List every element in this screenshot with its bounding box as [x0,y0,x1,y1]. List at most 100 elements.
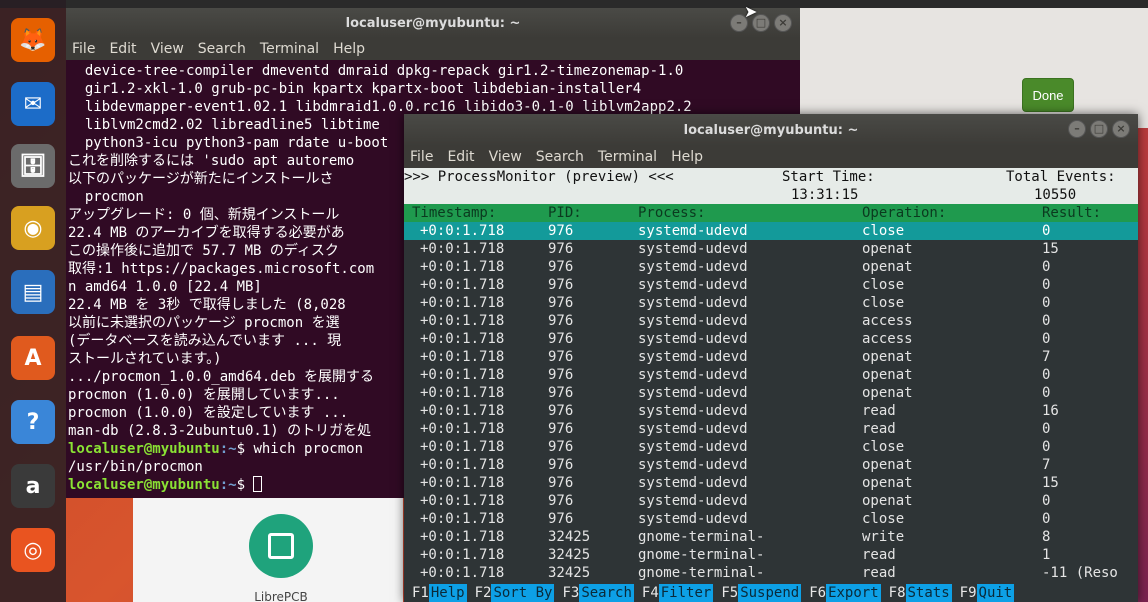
event-row[interactable]: +0:0:1.718 976 systemd-udevd close 0 [404,510,1138,528]
event-row[interactable]: +0:0:1.718 976 systemd-udevd openat 0 [404,366,1138,384]
event-row[interactable]: +0:0:1.718 976 systemd-udevd access 0 [404,330,1138,348]
event-row[interactable]: +0:0:1.718 976 systemd-udevd openat 7 [404,348,1138,366]
event-cell: 976 [548,493,574,509]
event-cell: +0:0:1.718 [420,277,505,293]
software-center-window: LibrePCB [133,498,403,602]
event-cell: +0:0:1.718 [420,367,505,383]
menu-terminal[interactable]: Terminal [260,41,319,57]
event-cell: systemd-udevd [638,421,748,437]
event-cell: close [862,295,905,311]
event-cell: 7 [1042,349,1051,365]
fkey-label-f3[interactable]: Search [579,584,634,602]
fkey-label-f4[interactable]: Filter [658,584,714,602]
menu-edit[interactable]: Edit [109,41,136,57]
settings-window: Done [790,8,1148,128]
software-center-icon[interactable]: A [11,336,55,380]
files-icon[interactable]: 🗄 [11,144,55,188]
event-cell: openat [862,385,913,401]
window-title: localuser@myubuntu: ~ [345,15,521,31]
column-header-1[interactable]: PID: [548,204,582,222]
librepcb-app-icon[interactable] [249,514,313,578]
event-cell: 0 [1042,259,1051,275]
event-cell: gnome-terminal- [638,529,765,545]
minimize-icon[interactable]: – [1068,120,1086,138]
event-cell: read [862,403,896,419]
fkey-label-f6[interactable]: Export [826,584,881,602]
column-header-3[interactable]: Operation: [862,204,946,222]
fkey-label-f5[interactable]: Suspend [738,584,802,602]
thunderbird-icon[interactable]: ✉ [11,82,55,126]
command-text: which procmon [253,441,364,457]
fkey-label-f9[interactable]: Quit [976,584,1015,602]
fkey-f1: F1 [412,585,429,601]
event-row[interactable]: +0:0:1.718 976 systemd-udevd close 0 [404,222,1138,240]
event-cell: 15 [1042,241,1059,257]
fkey-label-f8[interactable]: Stats [905,584,952,602]
event-row[interactable]: +0:0:1.718 976 systemd-udevd access 0 [404,312,1138,330]
event-row[interactable]: +0:0:1.718 32425 gnome-terminal-read 1 [404,546,1138,564]
event-row[interactable]: +0:0:1.718 976 systemd-udevd openat 7 [404,456,1138,474]
fkey-label-f1[interactable]: Help [428,584,467,602]
title-bar[interactable]: localuser@myubuntu: ~ – □ × [66,8,800,38]
menu-file[interactable]: File [72,41,95,57]
column-header-0[interactable]: Timestamp: [412,204,496,222]
start-time-label: Start Time: [782,169,875,185]
firefox-icon[interactable]: 🦊 [11,18,55,62]
help-icon[interactable]: ? [11,400,55,444]
event-cell: 1 [1042,547,1051,563]
done-button[interactable]: Done [1022,78,1074,112]
menu-help[interactable]: Help [333,41,365,57]
menu-view[interactable]: View [151,41,184,57]
event-row[interactable]: +0:0:1.718 976 systemd-udevd openat 15 [404,240,1138,258]
menu-view[interactable]: View [489,149,522,165]
event-cell: +0:0:1.718 [420,331,505,347]
menu-terminal[interactable]: Terminal [598,149,657,165]
menu-search[interactable]: Search [536,149,584,165]
event-cell: systemd-udevd [638,367,748,383]
chip-icon [268,533,294,559]
event-cell: +0:0:1.718 [420,475,505,491]
event-row[interactable]: +0:0:1.718 976 systemd-udevd openat 0 [404,384,1138,402]
mouse-cursor-icon: ➤ [744,2,758,21]
fkey-label-f2[interactable]: Sort By [491,584,555,602]
ubuntu-icon[interactable]: ◎ [11,528,55,572]
event-cell: 0 [1042,331,1051,347]
event-list[interactable]: +0:0:1.718 976 systemd-udevd close 0 +0:0:1.7… [404,222,1138,582]
title-bar[interactable]: localuser@myubuntu: ~ – □ × [404,114,1138,146]
menu-edit[interactable]: Edit [447,149,474,165]
libreoffice-writer-icon[interactable]: ▤ [11,270,55,314]
event-cell: 0 [1042,439,1051,455]
close-icon[interactable]: × [1112,120,1130,138]
event-cell: openat [862,241,913,257]
event-row[interactable]: +0:0:1.718 976 systemd-udevd read 0 [404,420,1138,438]
event-cell: 976 [548,403,574,419]
maximize-icon[interactable]: □ [1090,120,1108,138]
event-row[interactable]: +0:0:1.718 976 systemd-udevd close 0 [404,294,1138,312]
event-cell: +0:0:1.718 [420,565,505,581]
column-header-4[interactable]: Result: [1042,204,1101,222]
event-row[interactable]: +0:0:1.718 976 systemd-udevd close 0 [404,438,1138,456]
event-cell: access [862,331,913,347]
terminal-window-procmon[interactable]: localuser@myubuntu: ~ – □ × File Edit View… [404,114,1138,602]
event-cell: 32425 [548,547,591,563]
event-cell: openat [862,493,913,509]
menu-help[interactable]: Help [671,149,703,165]
event-row[interactable]: +0:0:1.718 32425 gnome-terminal-write 8 [404,528,1138,546]
event-cell: systemd-udevd [638,457,748,473]
event-row[interactable]: +0:0:1.718 976 systemd-udevd openat 0 [404,492,1138,510]
event-row[interactable]: +0:0:1.718 976 systemd-udevd read 16 [404,402,1138,420]
amazon-icon[interactable]: a [11,464,55,508]
event-row[interactable]: +0:0:1.718 32425 gnome-terminal-read -11 (R… [404,564,1138,582]
event-row[interactable]: +0:0:1.718 976 systemd-udevd close 0 [404,276,1138,294]
event-row[interactable]: +0:0:1.718 976 systemd-udevd openat 0 [404,258,1138,276]
rhythmbox-icon[interactable]: ◉ [11,206,55,250]
column-header-2[interactable]: Process: [638,204,705,222]
close-icon[interactable]: × [774,14,792,32]
menu-file[interactable]: File [410,149,433,165]
total-events-label: Total Events: [1006,169,1116,185]
procmon-screen[interactable]: >>> ProcessMonitor (preview) <<< Start T… [404,168,1138,602]
event-row[interactable]: +0:0:1.718 976 systemd-udevd openat 15 [404,474,1138,492]
menu-search[interactable]: Search [198,41,246,57]
event-cell: read [862,421,896,437]
fkey-f5: F5 [721,585,739,601]
